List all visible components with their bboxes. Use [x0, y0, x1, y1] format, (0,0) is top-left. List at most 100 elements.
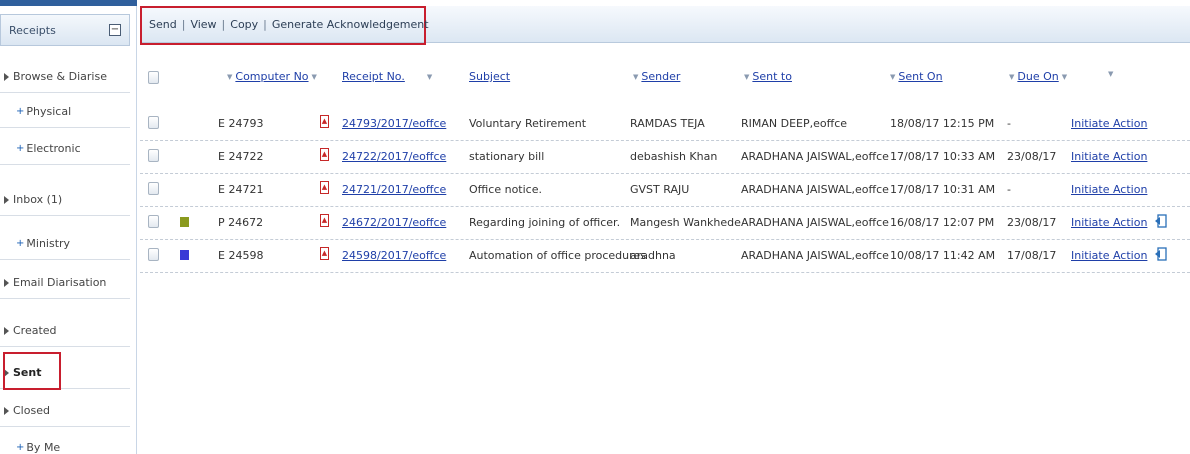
pdf-icon[interactable]: ▲	[320, 115, 329, 128]
sort-triangle-icon: ▼	[633, 72, 639, 81]
toolbar: Send | View | Copy | Generate Acknowledg…	[140, 6, 1190, 45]
sidebar-item-closed[interactable]: Closed	[0, 395, 130, 427]
receipt-no-link[interactable]: 24721/2017/eoffce	[342, 183, 446, 196]
sidebar-item-label: Physical	[26, 105, 72, 118]
sidebar-top-bar	[0, 0, 137, 6]
sender: GVST RAJU	[630, 183, 690, 196]
due-on: -	[1007, 117, 1011, 130]
sidebar-item-label: Email Diarisation	[13, 276, 107, 289]
reply-icon[interactable]	[1154, 246, 1168, 262]
header-sent-on-label[interactable]: Sent On	[898, 70, 942, 83]
initiate-action-link[interactable]: Initiate Action	[1071, 249, 1147, 262]
sort-triangle-icon: ▼	[227, 72, 233, 81]
due-on: -	[1007, 183, 1011, 196]
sidebar: Receipts − Browse & Diarise + Physical + Ele…	[0, 0, 137, 454]
sent-on: 17/08/17 10:31 AM	[890, 183, 996, 196]
sidebar-item-inbox-1[interactable]: Inbox (1)	[0, 184, 130, 216]
header-due-on[interactable]: ▼ Due On ▼	[1006, 70, 1070, 83]
sent-on: 10/08/17 11:42 AM	[890, 249, 996, 262]
expand-arrow-icon	[4, 406, 9, 415]
header-sender[interactable]: ▼ Sender	[630, 70, 680, 83]
initiate-action-link[interactable]: Initiate Action	[1071, 117, 1147, 130]
sidebar-item-electronic[interactable]: + Electronic	[0, 133, 130, 165]
send-button[interactable]: Send	[149, 18, 177, 31]
sent-on: 18/08/17 12:15 PM	[890, 117, 995, 130]
row-checkbox[interactable]	[148, 116, 159, 129]
sidebar-item-label: Closed	[13, 404, 50, 417]
receipt-no-link[interactable]: 24793/2017/eoffce	[342, 117, 446, 130]
row-checkbox[interactable]	[148, 149, 159, 162]
computer-no: E 24598	[218, 249, 264, 262]
row-checkbox[interactable]	[148, 182, 159, 195]
sent-to: ARADHANA JAISWAL,eoffce	[741, 183, 889, 196]
header-sent-on[interactable]: ▼ Sent On	[887, 70, 943, 83]
header-sent-to-label[interactable]: Sent to	[752, 70, 792, 83]
reply-icon[interactable]	[1154, 213, 1168, 229]
sort-triangle-icon: ▼	[311, 72, 317, 81]
table-row[interactable]: E 24793 ▲ 24793/2017/eoffce Voluntary Retir…	[140, 108, 1190, 141]
select-all-checkbox[interactable]	[148, 71, 159, 84]
sidebar-header-receipts[interactable]: Receipts −	[0, 14, 130, 46]
header-actions[interactable]: ▼	[1105, 70, 1116, 78]
row-checkbox[interactable]	[148, 215, 159, 228]
receipt-no-link[interactable]: 24598/2017/eoffce	[342, 249, 446, 262]
header-due-on-label[interactable]: Due On	[1017, 70, 1058, 83]
sidebar-item-label: Ministry	[26, 237, 71, 250]
expand-arrow-icon	[4, 326, 9, 335]
initiate-action-link[interactable]: Initiate Action	[1071, 216, 1147, 229]
header-computer-no[interactable]: ▼ Computer No ▼	[224, 70, 320, 83]
sidebar-item-label: Browse & Diarise	[13, 70, 107, 83]
toolbar-separator: |	[263, 18, 267, 31]
header-subject-label[interactable]: Subject	[469, 70, 510, 83]
header-receipt-no[interactable]: Receipt No. ▼	[342, 70, 432, 83]
sort-triangle-icon: ▼	[1108, 70, 1114, 78]
header-subject[interactable]: Subject	[469, 70, 510, 83]
sender: debashish Khan	[630, 150, 718, 163]
collapse-icon[interactable]: −	[109, 24, 121, 36]
header-computer-no-label[interactable]: Computer No	[235, 70, 308, 83]
header-sent-to[interactable]: ▼ Sent to	[741, 70, 792, 83]
plus-icon: +	[16, 442, 25, 453]
sender: Mangesh Wankhede	[630, 216, 741, 229]
copy-button[interactable]: Copy	[230, 18, 258, 31]
pdf-icon[interactable]: ▲	[320, 181, 329, 194]
receipt-no-link[interactable]: 24672/2017/eoffce	[342, 216, 446, 229]
table-row[interactable]: E 24722 ▲ 24722/2017/eoffce stationary bill…	[140, 141, 1190, 174]
table-row[interactable]: E 24721 ▲ 24721/2017/eoffce Office notice. G…	[140, 174, 1190, 207]
sidebar-header-label: Receipts	[9, 23, 56, 37]
initiate-action-link[interactable]: Initiate Action	[1071, 183, 1147, 196]
subject: Voluntary Retirement	[469, 117, 587, 130]
subject: Office notice.	[469, 183, 542, 196]
toolbar-separator: |	[221, 18, 226, 31]
sidebar-item-label: Created	[13, 324, 57, 337]
sidebar-item-browse-diarise[interactable]: Browse & Diarise	[0, 61, 130, 93]
sent-to: ARADHANA JAISWAL,eoffce	[741, 150, 889, 163]
pdf-icon[interactable]: ▲	[320, 247, 329, 260]
pdf-icon[interactable]: ▲	[320, 214, 329, 227]
initiate-action-link[interactable]: Initiate Action	[1071, 150, 1147, 163]
sidebar-item-email-diarisation[interactable]: Email Diarisation	[0, 267, 130, 299]
plus-icon: +	[16, 106, 25, 117]
row-checkbox[interactable]	[148, 248, 159, 261]
sent-on: 16/08/17 12:07 PM	[890, 216, 995, 229]
priority-indicator	[180, 250, 189, 260]
sidebar-item-ministry[interactable]: + Ministry	[0, 228, 130, 260]
receipt-no-link[interactable]: 24722/2017/eoffce	[342, 150, 446, 163]
view-button[interactable]: View	[190, 18, 216, 31]
sent-to: ARADHANA JAISWAL,eoffce	[741, 216, 889, 229]
header-sender-label[interactable]: Sender	[641, 70, 680, 83]
sidebar-item-physical[interactable]: + Physical	[0, 96, 130, 128]
table-row[interactable]: P 24672 ▲ 24672/2017/eoffce Regarding joini…	[140, 207, 1190, 240]
subject: stationary bill	[469, 150, 545, 163]
generate-acknowledgement-button[interactable]: Generate Acknowledgement	[272, 18, 429, 31]
sidebar-item-label: By Me	[26, 441, 61, 454]
table-row[interactable]: E 24598 ▲ 24598/2017/eoffce Automation of o…	[140, 240, 1190, 273]
due-on: 23/08/17	[1007, 150, 1057, 163]
header-receipt-no-label[interactable]: Receipt No.	[342, 70, 405, 83]
priority-indicator	[180, 217, 189, 227]
sidebar-item-by-me[interactable]: + By Me	[0, 432, 130, 454]
sort-triangle-icon: ▼	[1061, 72, 1068, 81]
sidebar-item-created[interactable]: Created	[0, 315, 130, 347]
pdf-icon[interactable]: ▲	[320, 148, 329, 161]
computer-no: E 24721	[218, 183, 264, 196]
